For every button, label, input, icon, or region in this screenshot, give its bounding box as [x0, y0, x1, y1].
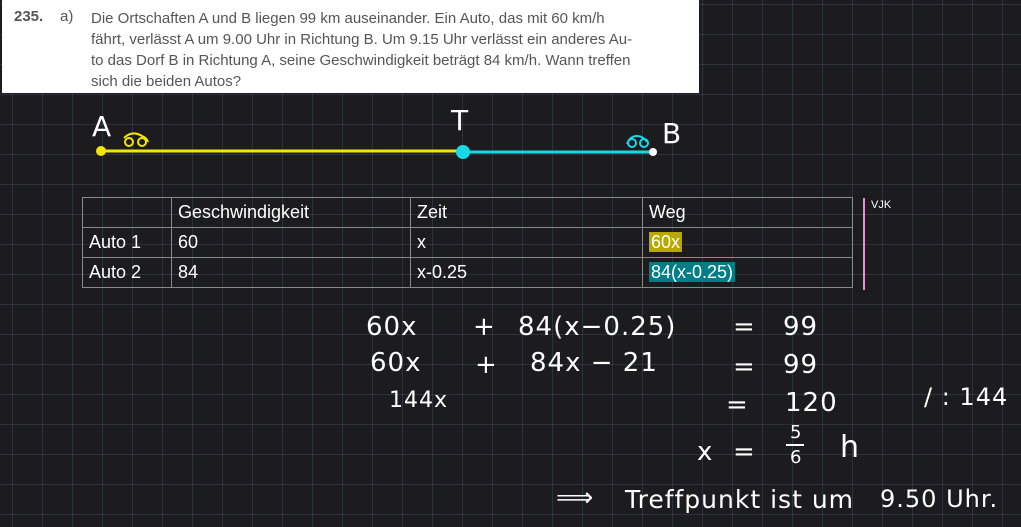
fraction-numerator: 5 — [790, 422, 803, 443]
eq3-left: 144x — [389, 388, 449, 413]
division-note: / : 144 — [924, 383, 1009, 411]
eq1-term: 84(x−0.25) — [518, 312, 677, 342]
fraction-denominator: 6 — [790, 447, 803, 468]
eq1-plus: + — [473, 312, 496, 342]
table-cell: Auto 2 — [82, 257, 172, 288]
eq1-equals: = — [733, 312, 756, 342]
divider-bar — [863, 198, 865, 290]
highlighted-distance-auto2: 84(x-0.25) — [649, 262, 736, 282]
label-b: B — [662, 117, 682, 150]
label-a: A — [92, 110, 112, 143]
car-icon — [123, 132, 149, 147]
fraction-bar — [786, 444, 804, 446]
car-icon — [626, 134, 649, 148]
table-header-cell: Geschwindigkeit — [171, 197, 411, 228]
table-row: Auto 2 84 x-0.25 84(x-0.25) — [82, 257, 853, 288]
answer-arrow: ⟹ — [556, 483, 595, 513]
table-header-cell — [82, 197, 172, 228]
eq2-rhs: 99 — [783, 350, 819, 380]
eq1-rhs: 99 — [783, 312, 819, 342]
point-b-dot — [649, 148, 657, 156]
eq3-rhs: 120 — [785, 388, 838, 418]
eq2-left: 60x — [370, 348, 422, 378]
table-header-row: Geschwindigkeit Zeit Weg — [82, 197, 853, 228]
table-cell: Auto 1 — [82, 227, 172, 258]
eq4-unit: h — [840, 430, 861, 465]
table-cell: x — [410, 227, 643, 258]
answer-time: 9.50 Uhr. — [880, 485, 999, 513]
table-cell: 60x — [642, 227, 853, 258]
meeting-point-dot — [456, 145, 470, 159]
eq3-equals: = — [726, 390, 749, 420]
table-cell: 60 — [171, 227, 411, 258]
eq1-left: 60x — [366, 312, 418, 342]
eq4-x: x — [697, 437, 714, 467]
table-cell: 84 — [171, 257, 411, 288]
label-t: T — [451, 104, 469, 137]
point-a-dot — [96, 146, 106, 156]
motion-table: Geschwindigkeit Zeit Weg Auto 1 60 x 60x… — [82, 197, 853, 288]
answer-text: Treffpunkt ist um — [625, 485, 855, 514]
highlighted-distance-auto1: 60x — [649, 232, 683, 252]
eq2-equals: = — [733, 352, 756, 382]
side-label: VJK — [871, 199, 892, 211]
eq2-plus: + — [475, 350, 498, 380]
table-cell: 84(x-0.25) — [642, 257, 853, 288]
table-header-cell: Zeit — [410, 197, 643, 228]
table-row: Auto 1 60 x 60x — [82, 227, 853, 258]
eq4-equals: = — [733, 437, 756, 467]
table-cell: x-0.25 — [410, 257, 643, 288]
table-header-cell: Weg — [642, 197, 853, 228]
eq2-term: 84x − 21 — [530, 348, 658, 378]
